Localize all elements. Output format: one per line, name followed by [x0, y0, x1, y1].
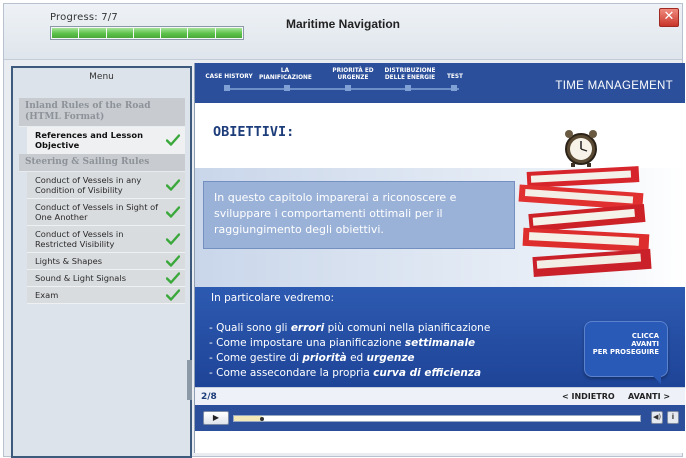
- bullet-text: più comuni nella pianificazione: [324, 322, 491, 334]
- play-button[interactable]: ▶: [203, 411, 229, 425]
- checkmark-icon: [165, 255, 181, 267]
- bullet-text: - Come impostare una pianificazione: [209, 337, 405, 349]
- bullet-emphasis: priorità: [302, 352, 347, 364]
- close-x-icon[interactable]: ✕: [664, 9, 675, 24]
- menu-item[interactable]: References and Lesson Objective: [27, 127, 185, 154]
- checkmark-icon: [165, 233, 181, 245]
- lesson-footer: 2/8 < INDIETRO AVANTI >: [195, 387, 685, 405]
- bullet-emphasis: urgenze: [366, 352, 415, 364]
- nav-step-marker: [224, 85, 230, 91]
- intro-text: In questo capitolo imparerai a riconosce…: [203, 181, 515, 249]
- menu-list: Inland Rules of the Road (HTML Format) Re…: [19, 98, 185, 304]
- bullet-item: - Quali sono gli errori più comuni nella…: [209, 321, 490, 336]
- nav-step-marker: [451, 85, 457, 91]
- menu-item-label: References and Lesson Objective: [35, 130, 143, 150]
- speaker-icon[interactable]: ◀): [653, 413, 661, 421]
- menu-item-label: Lights & Shapes: [35, 256, 103, 266]
- seek-progress: [234, 416, 263, 421]
- red-binders-stack: [518, 166, 652, 278]
- bullet-text: - Come assecondare la propria: [209, 367, 374, 379]
- bullet-emphasis: errori: [290, 322, 325, 334]
- menu-item[interactable]: Lights & Shapes: [27, 253, 185, 270]
- continue-callout-button[interactable]: CLICCA AVANTI PER PROSEGUIRE: [584, 321, 668, 377]
- bullet-item: - Come gestire di priorità ed urgenze: [209, 351, 490, 366]
- sidebar: Menu Inland Rules of the Road (HTML Form…: [11, 66, 192, 458]
- nav-tab[interactable]: TEST: [445, 74, 465, 81]
- callout-tail: [653, 376, 661, 384]
- bullet-text: - Come gestire di: [209, 352, 303, 364]
- menu-title: Menu: [89, 72, 114, 82]
- section-heading: OBIETTIVI:: [213, 124, 295, 140]
- nav-track: [227, 88, 459, 90]
- callout-line[interactable]: CLICCA: [585, 332, 659, 340]
- module-title: TIME MANAGEMENT: [555, 80, 673, 92]
- bullet-emphasis: curva di efficienza: [373, 367, 482, 379]
- menu-item-label: Conduct of Vessels in Restricted Visibil…: [35, 229, 124, 249]
- checkmark-icon: [165, 272, 181, 284]
- prev-button[interactable]: < INDIETRO: [562, 392, 615, 401]
- bullet-item: - Come impostare una pianificazione sett…: [209, 336, 490, 351]
- media-player-bar: ▶ ◀) i: [195, 405, 685, 431]
- volume-button[interactable]: ◀): [651, 411, 663, 424]
- bullet-item: - Come assecondare la propria curva di e…: [209, 366, 490, 381]
- menu-item-label: Sound & Light Signals: [35, 273, 127, 283]
- nav-tab[interactable]: LA PIANIFICAZIONE: [259, 68, 312, 81]
- menu-item[interactable]: Sound & Light Signals: [27, 270, 185, 287]
- page-indicator: 2/8: [201, 392, 217, 402]
- info-button[interactable]: i: [667, 411, 679, 424]
- nav-tab[interactable]: DISTRIBUZIONE DELLE ENERGIE: [383, 68, 437, 81]
- nav-step-marker: [284, 85, 290, 91]
- callout-line[interactable]: AVANTI: [585, 340, 659, 348]
- panel-title: In particolare vedremo:: [211, 292, 335, 304]
- lesson-content: CASE HISTORY LA PIANIFICAZIONE PRIORITÀ ED…: [194, 63, 685, 453]
- seek-bar[interactable]: [233, 415, 641, 422]
- close-button[interactable]: ✕: [659, 8, 679, 27]
- nav-tab[interactable]: CASE HISTORY: [205, 74, 253, 81]
- checkmark-icon: [165, 179, 181, 191]
- checkmark-icon: [165, 289, 181, 301]
- checkmark-icon: [165, 206, 181, 218]
- nav-step-marker: [345, 85, 351, 91]
- menu-item[interactable]: Conduct of Vessels in Sight of One Anoth…: [27, 199, 185, 226]
- header-bar: Progress: 7/7 Maritime Navigation ✕: [4, 4, 682, 60]
- menu-item[interactable]: Exam: [27, 287, 185, 304]
- seek-handle[interactable]: [260, 417, 265, 421]
- menu-item[interactable]: Conduct of Vessels in Restricted Visibil…: [27, 226, 185, 253]
- menu-item[interactable]: Conduct of Vessels in any Condition of V…: [27, 172, 185, 199]
- menu-item-label: Conduct of Vessels in Sight of One Anoth…: [35, 202, 159, 222]
- bullet-text: - Quali sono gli: [209, 322, 291, 334]
- menu-item-label: Exam: [35, 290, 59, 300]
- app-title: Maritime Navigation: [285, 17, 401, 31]
- menu-section-header[interactable]: Inland Rules of the Road (HTML Format): [19, 98, 185, 127]
- sidebar-collapse-handle[interactable]: [187, 360, 192, 400]
- bullet-list: - Quali sono gli errori più comuni nella…: [209, 321, 490, 381]
- alarm-clock-icon: [565, 130, 597, 167]
- nav-step-marker: [405, 85, 411, 91]
- menu-section-header[interactable]: Steering & Sailing Rules: [19, 154, 185, 172]
- menu-item-label: Conduct of Vessels in any Condition of V…: [35, 175, 142, 195]
- play-icon[interactable]: ▶: [213, 413, 219, 422]
- callout-line[interactable]: PER PROSEGUIRE: [585, 348, 659, 356]
- lesson-top-nav: CASE HISTORY LA PIANIFICAZIONE PRIORITÀ ED…: [195, 63, 685, 103]
- nav-tab[interactable]: PRIORITÀ ED URGENZE: [327, 68, 379, 81]
- clock-binders-illustration: [518, 130, 652, 278]
- checkmark-icon: [165, 134, 181, 146]
- next-button[interactable]: AVANTI >: [628, 392, 670, 401]
- info-icon[interactable]: i: [672, 413, 674, 421]
- bullet-emphasis: settimanale: [404, 337, 476, 349]
- bullet-text: ed: [346, 352, 367, 364]
